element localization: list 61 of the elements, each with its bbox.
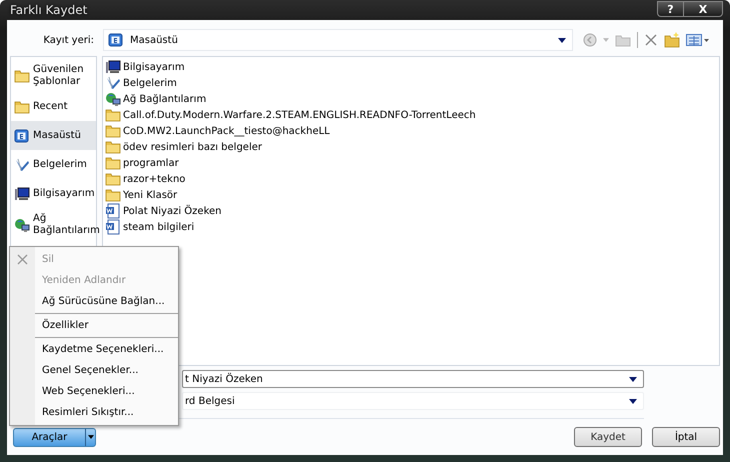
- caret-icon[interactable]: [603, 38, 609, 42]
- views-icon[interactable]: [686, 33, 710, 47]
- folder-icon: [105, 171, 121, 187]
- menu-item[interactable]: Ağ Sürücüsüne Bağlan...: [10, 291, 178, 312]
- delete-icon[interactable]: [644, 33, 658, 47]
- tools-button[interactable]: Araçlar: [13, 428, 96, 446]
- sidebar-item[interactable]: Masaüstü: [11, 121, 96, 150]
- folder-icon: [105, 139, 121, 155]
- new-folder-icon[interactable]: [664, 32, 680, 48]
- caret-icon: [558, 38, 566, 42]
- computer-icon: [105, 59, 121, 75]
- sidebar-item[interactable]: Güvenilen Şablonlar: [11, 59, 96, 92]
- menu-item[interactable]: Genel Seçenekler...: [10, 360, 178, 381]
- save-button[interactable]: Kaydet: [574, 427, 642, 447]
- folder-icon: [105, 123, 121, 139]
- file-item[interactable]: Call.of.Duty.Modern.Warfare.2.STEAM.ENGLISH.READNFO-TorrentLeech: [105, 107, 717, 123]
- sidebar-item[interactable]: Recent: [11, 92, 96, 121]
- file-item[interactable]: steam bilgileri: [105, 219, 717, 235]
- close-button[interactable]: X: [683, 1, 723, 17]
- caret-icon: [629, 398, 637, 404]
- word-document-icon: [105, 203, 121, 219]
- network-icon: [105, 91, 121, 107]
- location-dropdown[interactable]: Masaüstü: [103, 29, 573, 51]
- up-folder-icon[interactable]: [615, 33, 631, 47]
- back-icon[interactable]: [583, 33, 597, 47]
- documents-icon: [105, 75, 121, 91]
- window-title: Farklı Kaydet: [9, 3, 88, 17]
- file-item[interactable]: ödev resimleri bazı belgeler: [105, 139, 717, 155]
- menu-item[interactable]: Özellikler: [10, 315, 178, 336]
- desktop-icon: [14, 128, 30, 144]
- help-button[interactable]: ?: [657, 1, 683, 17]
- caret-icon: [88, 435, 94, 439]
- menu-item[interactable]: Resimleri Sıkıştır...: [10, 402, 178, 423]
- caret-icon: [629, 376, 637, 382]
- menu-item[interactable]: Web Seçenekleri...: [10, 381, 178, 402]
- file-item[interactable]: razor+tekno: [105, 171, 717, 187]
- file-item[interactable]: Polat Niyazi Özeken: [105, 203, 717, 219]
- file-item[interactable]: programlar: [105, 155, 717, 171]
- file-name-field[interactable]: t Niyazi Özeken: [182, 370, 644, 388]
- folder-icon: [14, 98, 30, 114]
- file-type-dropdown[interactable]: rd Belgesi: [182, 392, 644, 410]
- file-item[interactable]: Ağ Bağlantılarım: [105, 91, 717, 107]
- folder-icon: [105, 155, 121, 171]
- network-icon: [14, 216, 30, 232]
- file-item[interactable]: Yeni Klasör: [105, 187, 717, 203]
- documents-icon: [14, 156, 30, 172]
- delete-icon: [17, 254, 28, 265]
- file-item[interactable]: CoD.MW2.LaunchPack__tiesto@hackheLL: [105, 123, 717, 139]
- file-item[interactable]: Bilgisayarım: [105, 59, 717, 75]
- folder-icon: [14, 68, 30, 84]
- sidebar-item[interactable]: Bilgisayarım: [11, 179, 96, 208]
- sidebar-item[interactable]: Belgelerim: [11, 150, 96, 179]
- file-item[interactable]: Belgelerim: [105, 75, 717, 91]
- menu-item[interactable]: Kaydetme Seçenekleri...: [10, 339, 178, 360]
- computer-icon: [14, 186, 30, 202]
- folder-icon: [105, 107, 121, 123]
- location-label: Kayıt yeri:: [42, 34, 95, 46]
- word-document-icon: [105, 219, 121, 235]
- folder-icon: [105, 187, 121, 203]
- cancel-button[interactable]: İptal: [652, 427, 720, 447]
- desktop-icon: [108, 32, 124, 48]
